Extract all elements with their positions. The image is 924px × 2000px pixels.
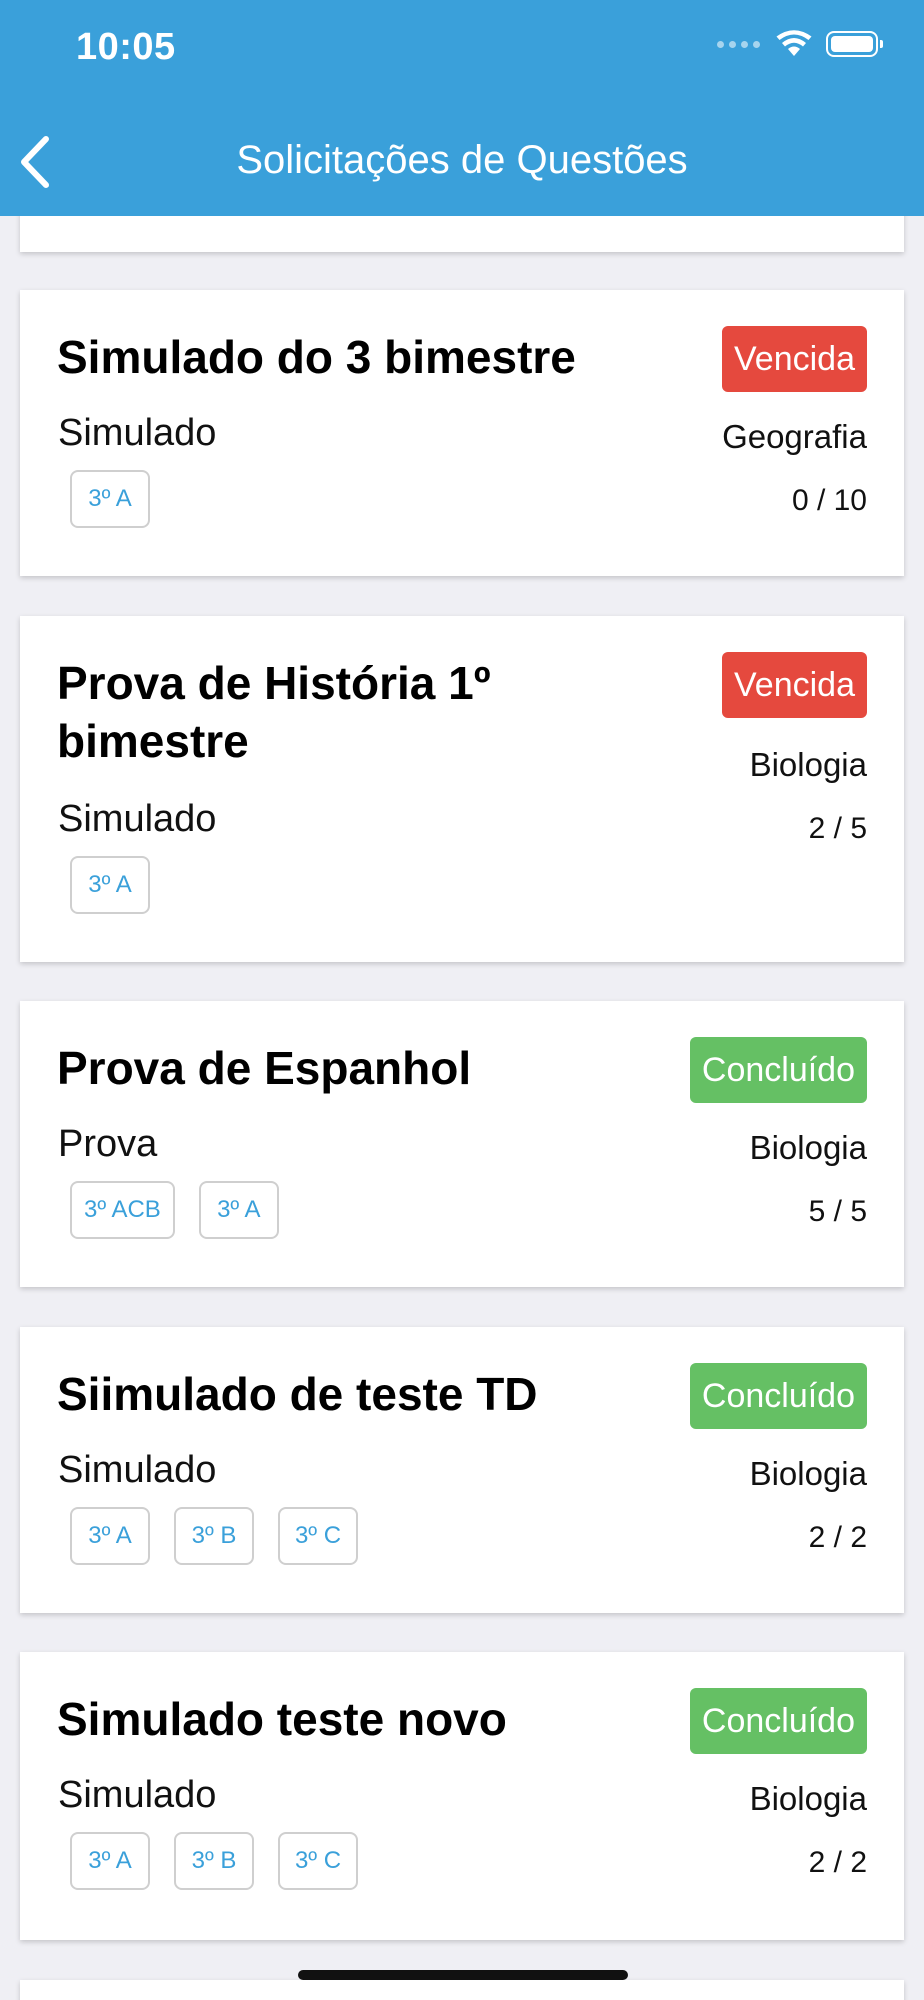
class-tag: 3º A <box>70 1507 150 1565</box>
class-tag: 3º C <box>278 1507 358 1565</box>
request-card-partial-bottom[interactable] <box>20 1980 904 2000</box>
status-badge: Concluído <box>689 1688 867 1754</box>
page-title: Solicitações de Questões <box>236 138 688 182</box>
home-indicator[interactable] <box>298 1970 628 1980</box>
class-tag: 3º B <box>174 1832 254 1890</box>
progress-count: 0 / 10 <box>791 484 867 517</box>
request-title: Simulado do 3 bimestre <box>57 331 576 383</box>
screen: Simulado do 3 bimestre Vencida Simulado … <box>0 0 924 2000</box>
status-icons <box>717 30 883 58</box>
subject-label: Biologia <box>749 1780 867 1817</box>
request-title: Prova de Espanhol <box>57 1042 472 1094</box>
status-time: 10:05 <box>76 26 176 68</box>
subject-label: Biologia <box>749 746 867 783</box>
progress-count: 2 / 2 <box>808 1846 867 1879</box>
request-type: Simulado <box>58 798 217 840</box>
request-title: Siimulado de teste TD <box>57 1368 538 1420</box>
request-card[interactable]: Prova de Espanhol Concluído Prova Biolog… <box>20 1001 904 1287</box>
subject-label: Biologia <box>749 1455 867 1492</box>
class-tags: 3º ACB 3º A <box>70 1181 279 1239</box>
class-tag: 3º B <box>174 1507 254 1565</box>
class-tags: 3º A <box>70 856 150 914</box>
class-tag: 3º A <box>198 1181 279 1239</box>
class-tag: 3º A <box>70 470 150 528</box>
class-tags: 3º A <box>70 470 150 528</box>
status-badge: Concluído <box>689 1363 867 1429</box>
request-title: Prova de História 1º bimestre <box>57 657 491 767</box>
class-tags: 3º A 3º B 3º C <box>70 1507 358 1565</box>
request-type: Simulado <box>58 412 217 454</box>
status-badge: Vencida <box>722 652 867 718</box>
progress-count: 5 / 5 <box>808 1195 867 1228</box>
class-tag: 3º C <box>278 1832 358 1890</box>
wifi-icon <box>776 30 812 56</box>
subject-label: Geografia <box>722 418 867 455</box>
nav-header: 10:05 Solicitações de Questões <box>0 0 924 216</box>
class-tag: 3º A <box>70 856 150 914</box>
request-title: Simulado teste novo <box>57 1693 507 1745</box>
status-badge: Vencida <box>722 326 867 392</box>
class-tag: 3º A <box>70 1832 150 1890</box>
request-card[interactable]: Prova de História 1º bimestre Vencida Si… <box>20 616 904 962</box>
class-tags: 3º A 3º B 3º C <box>70 1832 358 1890</box>
subject-label: Biologia <box>749 1129 867 1166</box>
progress-count: 2 / 5 <box>808 812 867 845</box>
status-badge: Concluído <box>689 1037 867 1103</box>
request-type: Simulado <box>58 1449 217 1491</box>
request-type: Prova <box>58 1123 158 1165</box>
signal-icon <box>717 40 760 48</box>
request-type: Simulado <box>58 1774 217 1816</box>
request-card[interactable]: Simulado do 3 bimestre Vencida Simulado … <box>20 290 904 576</box>
request-card[interactable]: Siimulado de teste TD Concluído Simulado… <box>20 1327 904 1613</box>
progress-count: 2 / 2 <box>808 1521 867 1554</box>
request-card[interactable]: Simulado teste novo Concluído Simulado B… <box>20 1652 904 1940</box>
class-tag: 3º ACB <box>70 1181 175 1239</box>
battery-icon <box>826 31 883 57</box>
